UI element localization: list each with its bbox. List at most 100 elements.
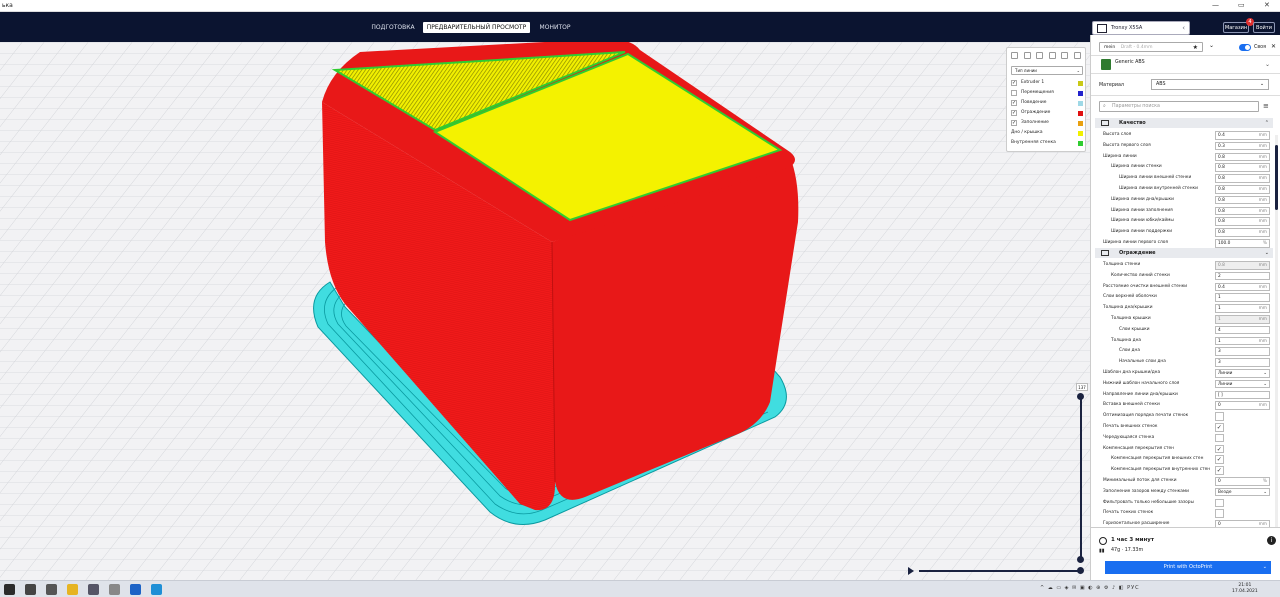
setting-select[interactable]: Везде ⌄ (1215, 487, 1270, 497)
task-view-icon[interactable] (46, 584, 57, 595)
setting-row[interactable]: Толщина стенки 0.8 mm (1091, 260, 1275, 271)
setting-checkbox[interactable] (1215, 412, 1224, 421)
play-icon[interactable] (908, 567, 914, 575)
xray-view-icon[interactable] (1073, 52, 1081, 59)
tab-monitor[interactable]: МОНИТОР (535, 22, 575, 33)
setting-checkbox[interactable] (1215, 433, 1224, 443)
setting-row[interactable]: Печать тонких стенок (1091, 508, 1275, 519)
setting-row[interactable]: Компенсация перекрытия внутренних стен ✓ (1091, 465, 1275, 476)
app-icon[interactable] (109, 584, 120, 595)
setting-value-input[interactable]: 0.3 mm (1215, 141, 1270, 151)
setting-value-input[interactable]: 1 mm (1215, 315, 1270, 324)
legend-checkbox[interactable]: ✓ (1011, 80, 1017, 86)
setting-value-input[interactable]: 1 (1215, 293, 1270, 302)
legend-item-shell[interactable]: ✓ Ограждение (1011, 108, 1083, 118)
setting-row[interactable]: Слои дна 3 (1091, 346, 1275, 357)
setting-row[interactable]: Расстояние очистки внешней стенки 0.4 mm (1091, 282, 1275, 293)
setting-row[interactable]: Начальные слои дна 3 (1091, 357, 1275, 368)
signin-button[interactable]: Войти (1253, 22, 1275, 33)
3d-viewport[interactable] (0, 42, 1090, 580)
setting-value-input[interactable]: 0.8 mm (1215, 228, 1270, 237)
setting-value-input[interactable]: 0 mm (1215, 401, 1270, 410)
system-tray[interactable]: ^ ☁ ▭ ◈ ✉ ▣ ◐ ⊕ ⚙ ♪ ◧ РУС (1040, 585, 1140, 591)
path-slider-handle[interactable] (1077, 567, 1084, 574)
tab-preview[interactable]: ПРЕДВАРИТЕЛЬНЫЙ ПРОСМОТР (423, 22, 530, 33)
close-icon[interactable]: ✕ (1271, 43, 1276, 50)
setting-value-input[interactable]: 100.0% (1215, 239, 1270, 248)
star-icon[interactable]: ★ (1193, 43, 1198, 52)
settings-search-input[interactable]: ⌕ Параметры поиска (1099, 101, 1259, 112)
setting-checkbox[interactable]: ✓ (1215, 455, 1224, 464)
setting-row[interactable]: Толщина дна 1 mm (1091, 336, 1275, 347)
setting-checkbox[interactable]: ✓ (1215, 466, 1224, 475)
setting-row[interactable]: Шаблон дна крышки/дна Линии ⌄ (1091, 368, 1275, 379)
setting-row[interactable]: Толщина крышки 1 mm (1091, 314, 1275, 325)
setting-value-input[interactable]: 0.8 mm (1215, 217, 1270, 226)
setting-row[interactable]: Печать внешних стенок ✓ (1091, 422, 1275, 433)
legend-item-infill[interactable]: ✓ Заполнение (1011, 118, 1083, 128)
section-quality[interactable]: Качество ⌃ (1095, 118, 1273, 128)
legend-item-helpers[interactable]: ✓ Поведение (1011, 98, 1083, 108)
view-type-select[interactable]: Тип линии ⌄ (1011, 66, 1083, 75)
legend-checkbox[interactable]: ✓ (1011, 100, 1017, 106)
printer-selector[interactable]: Tronxy X5SA ‹ (1092, 21, 1190, 35)
setting-checkbox[interactable]: ✓ (1215, 444, 1224, 454)
view-left-icon[interactable] (1048, 52, 1056, 59)
print-button[interactable]: Print with OctoPrint ⌄ (1105, 561, 1271, 574)
menu-icon[interactable]: ≡ (1263, 102, 1269, 110)
setting-row[interactable]: Количество линий стенки 2 (1091, 271, 1275, 282)
setting-row[interactable]: Слои крышки 4 (1091, 325, 1275, 336)
setting-row[interactable]: Направление линии дна/крышки [ ] (1091, 390, 1275, 401)
setting-value-input[interactable]: 4 (1215, 325, 1270, 335)
profile-selector[interactable]: mein Draft - 0.4mm ★ (1099, 42, 1203, 52)
setting-value-input[interactable]: 2 (1215, 271, 1270, 281)
setting-value-input[interactable]: [ ] (1215, 390, 1270, 400)
setting-row[interactable]: Толщина дна/крышки 1 mm (1091, 303, 1275, 314)
setting-row[interactable]: Ширина линии юбки/каймы 0.8 mm (1091, 216, 1275, 227)
setting-row[interactable]: Ширина линии дна/крышки 0.8 mm (1091, 195, 1275, 206)
file-explorer-icon[interactable] (67, 584, 78, 595)
setting-row[interactable]: Чередующаяся стенка (1091, 433, 1275, 444)
cura-icon[interactable] (130, 584, 141, 595)
minimize-icon[interactable]: — (1212, 1, 1219, 9)
setting-value-input[interactable]: 0.8 mm (1215, 163, 1270, 172)
view-right-icon[interactable] (1061, 52, 1069, 59)
search-icon[interactable] (25, 584, 36, 595)
marketplace-button[interactable]: Магазин (1223, 22, 1249, 33)
taskbar-clock[interactable]: 21:01 17.04.2021 (1232, 583, 1258, 595)
setting-value-input[interactable]: 3 (1215, 358, 1270, 367)
material-select[interactable]: ABS ⌄ (1151, 79, 1269, 90)
setting-value-input[interactable]: 0.4 mm (1215, 282, 1270, 292)
settings-scrollbar-thumb[interactable] (1275, 145, 1278, 210)
edge-icon[interactable] (151, 584, 162, 595)
setting-row[interactable]: Высота первого слоя 0.3 mm (1091, 141, 1275, 152)
legend-item-travel[interactable]: Перемещения (1011, 88, 1083, 98)
setting-checkbox[interactable]: ✓ (1215, 423, 1224, 432)
setting-value-input[interactable]: 0.8 mm (1215, 195, 1270, 205)
setting-select[interactable]: Линии ⌄ (1215, 379, 1270, 389)
setting-value-input[interactable]: 1 mm (1215, 304, 1270, 313)
layer-slider[interactable] (1080, 396, 1082, 562)
legend-checkbox[interactable] (1011, 90, 1017, 96)
setting-row[interactable]: Заполнение зазоров между стенками Везде ⌄ (1091, 487, 1275, 498)
info-icon[interactable]: i (1267, 536, 1276, 545)
view-front-icon[interactable] (1023, 52, 1031, 59)
setting-value-input[interactable]: 3 (1215, 347, 1270, 356)
custom-toggle[interactable] (1239, 44, 1251, 51)
windows-start-icon[interactable] (4, 584, 15, 595)
layer-slider-top-handle[interactable] (1077, 393, 1084, 400)
legend-item-extruder[interactable]: ✓ Extruder 1 (1011, 78, 1083, 88)
setting-row[interactable]: Компенсация перекрытия внешних стен ✓ (1091, 454, 1275, 465)
setting-value-input[interactable]: 0.8 mm (1215, 185, 1270, 194)
setting-value-input[interactable]: 0.8 mm (1215, 152, 1270, 162)
setting-value-input[interactable]: 0.4 mm (1215, 131, 1270, 140)
setting-row[interactable]: Высота слоя 0.4 mm (1091, 130, 1275, 141)
setting-row[interactable]: Ширина линии стенки 0.8 mm (1091, 162, 1275, 173)
maximize-icon[interactable]: ▭ (1238, 1, 1245, 9)
setting-row[interactable]: Нижний шаблон начального слоя Линии ⌄ (1091, 379, 1275, 390)
setting-row[interactable]: Фильтровать только небольшие зазоры (1091, 498, 1275, 509)
setting-row[interactable]: Ширина линии внутренней стенки 0.8 mm (1091, 184, 1275, 195)
chevron-down-icon[interactable]: ⌄ (1265, 61, 1270, 68)
setting-select[interactable]: Линии ⌄ (1215, 369, 1270, 378)
setting-row[interactable]: Вставка внешней стенки 0 mm (1091, 400, 1275, 411)
